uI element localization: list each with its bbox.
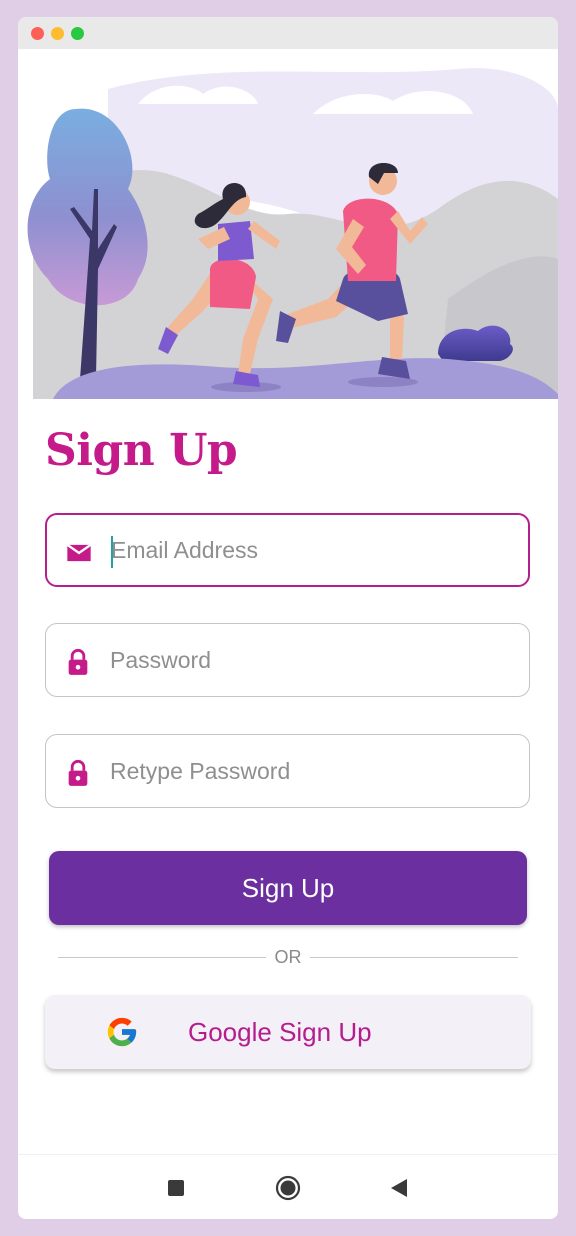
password-field[interactable] (45, 623, 530, 697)
title-bar (18, 17, 558, 49)
hero-illustration (18, 49, 558, 399)
page-title: Sign Up (45, 425, 238, 476)
retype-password-field[interactable] (45, 734, 530, 808)
home-icon[interactable] (275, 1175, 301, 1201)
minimize-window-button[interactable] (51, 27, 64, 40)
retype-password-input[interactable] (110, 735, 510, 807)
couple-jogging-illustration (18, 49, 558, 399)
or-divider: OR (58, 945, 518, 969)
app-window: Sign Up Sign Up OR (18, 17, 558, 1219)
email-input[interactable] (111, 515, 511, 585)
recents-icon[interactable] (163, 1175, 189, 1201)
back-icon[interactable] (386, 1175, 412, 1201)
close-window-button[interactable] (31, 27, 44, 40)
divider-line-right (310, 957, 518, 958)
maximize-window-button[interactable] (71, 27, 84, 40)
password-input[interactable] (110, 624, 510, 696)
sign-up-button[interactable]: Sign Up (49, 851, 527, 925)
google-sign-up-label: Google Sign Up (188, 1017, 372, 1047)
google-sign-up-button[interactable]: Google Sign Up (45, 995, 531, 1069)
mail-icon (66, 543, 92, 562)
system-navigation-bar (18, 1154, 558, 1219)
lock-icon (68, 759, 88, 786)
google-icon (107, 1017, 137, 1047)
lock-icon (68, 648, 88, 675)
email-field[interactable] (45, 513, 530, 587)
